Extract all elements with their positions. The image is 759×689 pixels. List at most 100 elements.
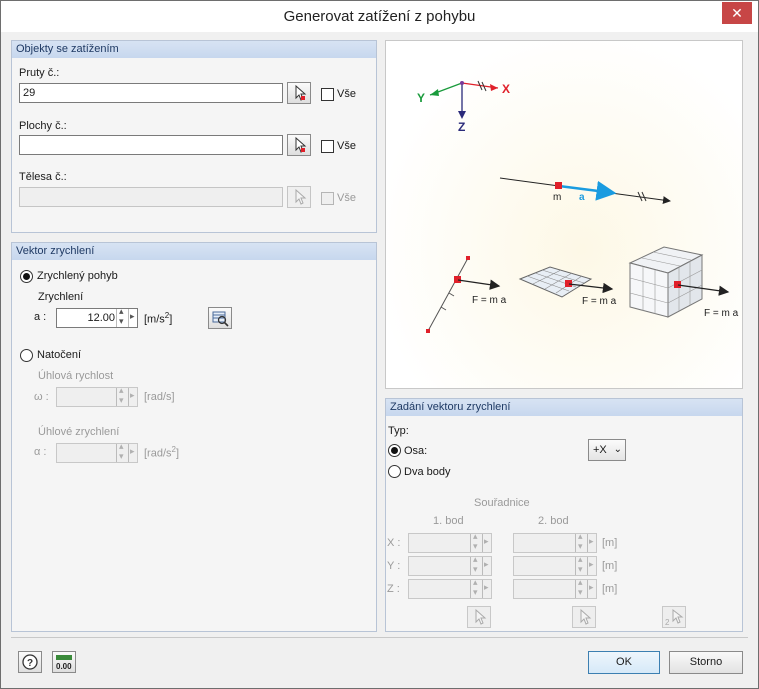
two-points-radio[interactable] [388, 465, 401, 478]
acceleration-spinner[interactable]: 12.00 [56, 306, 138, 328]
vector-panel-header: Vektor zrychlení [12, 243, 376, 260]
alpha-spinner[interactable] [56, 441, 138, 463]
rotation-radio[interactable] [20, 349, 33, 362]
axis-y-label: Y [417, 91, 425, 105]
surfaces-pick-button[interactable] [287, 134, 311, 156]
acceleration-updown[interactable] [116, 306, 128, 327]
close-button[interactable]: ✕ [722, 2, 752, 24]
members-input[interactable]: 29 [19, 83, 283, 103]
p2-z-spinner[interactable] [513, 577, 597, 599]
accel-label: a [579, 192, 585, 203]
pick-two-points-button[interactable]: 2 [662, 606, 686, 628]
solids-label: Tělesa č.: [19, 171, 67, 183]
pick-point2-button[interactable] [572, 606, 596, 628]
p1-z-spinner[interactable] [408, 577, 492, 599]
angular-velocity-title: Úhlová rychlost [38, 370, 114, 382]
surfaces-all-label: Vše [337, 140, 356, 152]
omega-spinner[interactable] [56, 385, 138, 407]
acceleration-unit: [m/s2] [144, 311, 173, 326]
footer-separator [11, 637, 748, 638]
surfaces-all-checkbox[interactable] [321, 140, 334, 153]
acceleration-title: Zrychlení [38, 291, 84, 303]
acceleration-value: 12.00 [87, 312, 115, 324]
acceleration-info-button[interactable] [208, 307, 232, 329]
surfaces-label: Plochy č.: [19, 120, 67, 132]
cursor-pick-icon [295, 136, 307, 153]
accelerated-motion-label: Zrychlený pohyb [37, 270, 118, 282]
members-label: Pruty č.: [19, 67, 60, 79]
p2-x-spinner[interactable] [513, 531, 597, 553]
solids-all-checkbox[interactable] [321, 192, 334, 205]
units-button[interactable]: 0.00 [52, 651, 76, 673]
motion-diagram: X Y Z m a F = m a F = m a F = m a [417, 80, 739, 333]
help-button[interactable]: ? [18, 651, 42, 673]
title-bar: Generovat zatížení z pohybu ✕ [1, 1, 758, 32]
objects-panel: Objekty se zatížením Pruty č.: 29 Vše Pl… [11, 40, 377, 233]
omega-updown[interactable] [116, 385, 128, 406]
alpha-arrow[interactable] [128, 444, 137, 462]
cursor-pick-two-icon: 2 [665, 608, 684, 627]
magnifier-table-icon [212, 311, 229, 327]
p1-z-arrow[interactable] [482, 580, 491, 598]
omega-arrow[interactable] [128, 388, 137, 406]
rotation-label: Natočení [37, 349, 82, 361]
cancel-button[interactable]: Storno [669, 651, 743, 674]
ok-button[interactable]: OK [588, 651, 660, 674]
x-label: X : [387, 537, 401, 549]
svg-text:?: ? [27, 658, 33, 669]
p2-y-arrow[interactable] [587, 557, 596, 575]
p2-y-spinner[interactable] [513, 554, 597, 576]
acceleration-a-label: a : [34, 311, 47, 323]
p2-z-arrow[interactable] [587, 580, 596, 598]
axis-select[interactable]: +X ⌄ [588, 439, 626, 461]
objects-panel-header: Objekty se zatížením [12, 41, 376, 58]
surface-illustration [518, 266, 614, 298]
p1-x-arrow[interactable] [482, 534, 491, 552]
omega-unit: [rad/s] [144, 391, 175, 403]
dialog-window: Generovat zatížení z pohybu ✕ Objekty se… [0, 0, 759, 689]
spec-panel: Zadání vektoru zrychlení Typ: Osa: +X ⌄ … [385, 398, 743, 632]
p2-z-updown[interactable] [575, 577, 587, 598]
members-all-label: Vše [337, 88, 356, 100]
p1-x-updown[interactable] [470, 531, 482, 552]
p2-x-updown[interactable] [575, 531, 587, 552]
pick-point1-button[interactable] [467, 606, 491, 628]
alpha-label: α : [34, 446, 47, 458]
solids-input[interactable] [19, 187, 283, 207]
alpha-updown[interactable] [116, 441, 128, 462]
point2-header: 2. bod [538, 515, 569, 527]
acceleration-arrow[interactable] [128, 309, 137, 327]
accelerated-motion-radio[interactable] [20, 270, 33, 283]
z-unit: [m] [602, 583, 618, 595]
axis-label: Osa: [404, 445, 428, 457]
solid-illustration [628, 246, 730, 318]
members-pick-button[interactable] [287, 82, 311, 104]
help-icon: ? [22, 654, 38, 670]
angular-acceleration-title: Úhlové zrychlení [38, 426, 120, 438]
p1-z-updown[interactable] [470, 577, 482, 598]
p1-y-arrow[interactable] [482, 557, 491, 575]
axis-z-label: Z [458, 120, 465, 134]
point1-header: 1. bod [433, 515, 464, 527]
p2-y-updown[interactable] [575, 554, 587, 575]
p1-y-spinner[interactable] [408, 554, 492, 576]
cursor-pick-icon [295, 84, 307, 101]
x-unit: [m] [602, 537, 618, 549]
axis-radio[interactable] [388, 444, 401, 457]
vector-panel: Vektor zrychlení Zrychlený pohyb Zrychle… [11, 242, 377, 632]
solids-pick-button[interactable] [287, 186, 311, 208]
solids-all-label: Vše [337, 192, 356, 204]
axis-x-label: X [502, 82, 510, 96]
cursor-pick-icon [295, 188, 307, 205]
decimal-units-icon: 0.00 [56, 655, 72, 671]
svg-text:2: 2 [665, 618, 670, 627]
p1-x-spinner[interactable] [408, 531, 492, 553]
window-title: Generovat zatížení z pohybu [283, 8, 476, 25]
type-label: Typ: [388, 425, 409, 437]
members-all-checkbox[interactable] [321, 88, 334, 101]
svg-text:0.00: 0.00 [56, 662, 72, 671]
p2-x-arrow[interactable] [587, 534, 596, 552]
chevron-down-icon: ⌄ [613, 444, 622, 455]
surfaces-input[interactable] [19, 135, 283, 155]
p1-y-updown[interactable] [470, 554, 482, 575]
